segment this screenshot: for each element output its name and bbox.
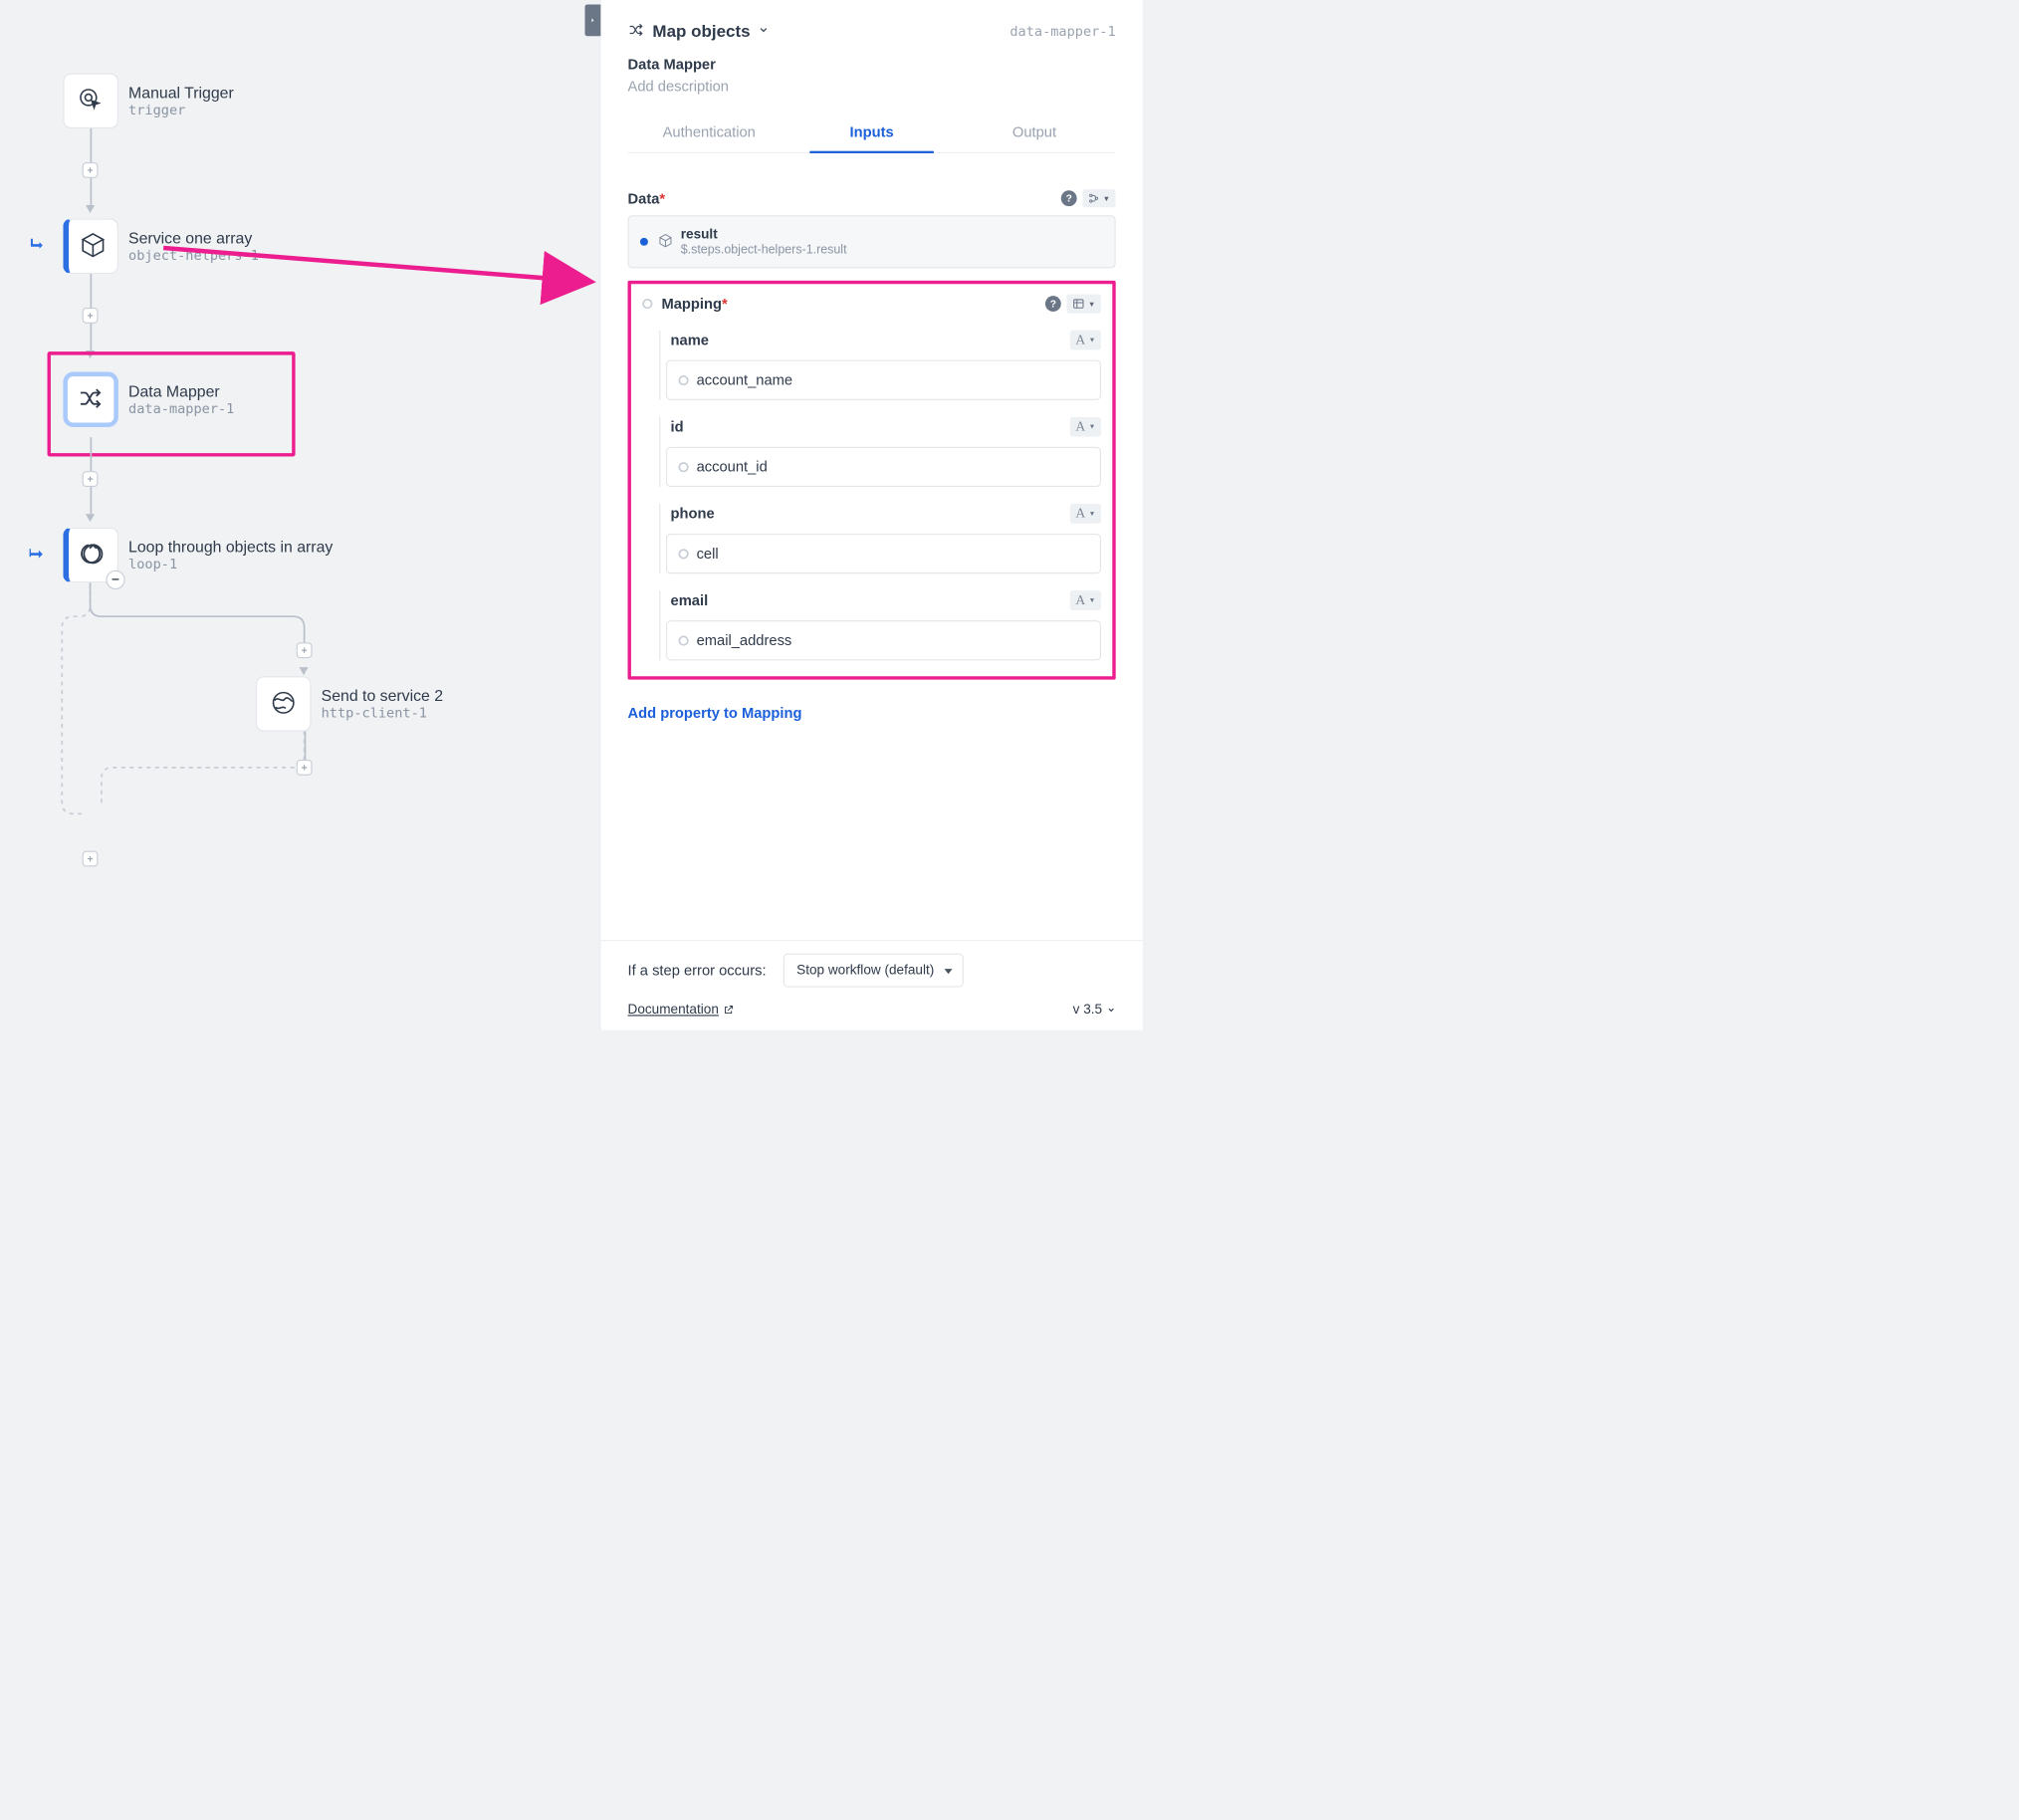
type-selector-string[interactable]: A ▼: [1070, 417, 1101, 437]
type-selector-string[interactable]: A ▼: [1070, 331, 1101, 350]
error-handling-select[interactable]: Stop workflow (default): [784, 954, 964, 988]
add-step-button[interactable]: [83, 471, 99, 487]
arrow-icon: [86, 205, 95, 213]
workflow-canvas[interactable]: Manual Trigger trigger Service: [0, 0, 600, 1030]
arrow-icon: [300, 667, 309, 675]
mapping-section-label: Mapping*: [661, 295, 727, 313]
connector-name: Data Mapper: [628, 56, 1116, 74]
connector: [91, 274, 93, 308]
connector: [91, 437, 93, 471]
step-id: data-mapper-1: [1010, 23, 1115, 39]
mapping-value: account_name: [697, 371, 793, 389]
cube-icon: [80, 231, 107, 261]
node-title: Loop through objects in array: [128, 539, 333, 557]
chevron-down-icon[interactable]: [758, 24, 769, 38]
version-selector[interactable]: v 3.5: [1073, 1002, 1116, 1018]
drag-handle-icon[interactable]: [678, 635, 688, 645]
drag-handle-icon[interactable]: [642, 299, 652, 309]
node-subtitle: http-client-1: [322, 705, 443, 721]
mapping-value: cell: [697, 545, 719, 563]
type-selector-string[interactable]: A ▼: [1070, 504, 1101, 524]
drag-handle-icon[interactable]: [678, 375, 688, 385]
mapping-value-input[interactable]: account_id: [666, 447, 1101, 487]
mapping-key[interactable]: id: [671, 418, 684, 436]
break-arrow-icon: [28, 236, 44, 256]
type-selector-object[interactable]: ▼: [1067, 294, 1101, 313]
shuffle-icon: [78, 384, 105, 414]
help-icon[interactable]: ?: [1045, 296, 1061, 312]
node-title: Manual Trigger: [128, 84, 234, 102]
mapping-value-input[interactable]: cell: [666, 534, 1101, 573]
connector: [91, 128, 93, 162]
mapping-key[interactable]: email: [671, 591, 709, 609]
help-icon[interactable]: ?: [1061, 190, 1077, 206]
add-step-button[interactable]: [297, 642, 313, 658]
mapping-value-input[interactable]: account_name: [666, 360, 1101, 400]
description-placeholder[interactable]: Add description: [628, 78, 1116, 96]
error-handling-label: If a step error occurs:: [628, 962, 767, 980]
mapping-key[interactable]: phone: [671, 505, 715, 523]
tab-output[interactable]: Output: [953, 113, 1115, 152]
enter-arrow-icon: [28, 545, 44, 565]
operation-title[interactable]: Map objects: [652, 22, 750, 41]
config-tabs: Authentication Inputs Output: [628, 113, 1116, 153]
node-service-one-array[interactable]: Service one array object-helpers-1: [63, 219, 259, 274]
mapping-value-input[interactable]: email_address: [666, 620, 1101, 660]
add-step-button[interactable]: [297, 760, 313, 776]
step-config-panel: Map objects data-mapper-1 Data Mapper Ad…: [600, 0, 1143, 1030]
mapping-key[interactable]: name: [671, 332, 709, 349]
node-subtitle: data-mapper-1: [128, 400, 234, 416]
result-label: result: [681, 227, 847, 243]
drag-handle-icon[interactable]: [678, 462, 688, 472]
type-selector-connector[interactable]: ▼: [1082, 189, 1115, 207]
documentation-link[interactable]: Documentation: [628, 1002, 735, 1018]
add-step-button[interactable]: [83, 162, 99, 178]
data-input-field[interactable]: result $.steps.object-helpers-1.result: [628, 215, 1116, 268]
tab-authentication[interactable]: Authentication: [628, 113, 790, 152]
add-step-button[interactable]: [83, 308, 99, 324]
loop-icon: [80, 541, 107, 570]
node-title: Send to service 2: [322, 687, 443, 705]
add-step-button[interactable]: [83, 851, 99, 867]
tab-inputs[interactable]: Inputs: [790, 113, 953, 152]
connector: [91, 324, 93, 350]
shuffle-icon: [628, 22, 645, 42]
node-subtitle: object-helpers-1: [128, 247, 259, 263]
node-data-mapper[interactable]: Data Mapper data-mapper-1: [63, 372, 234, 427]
node-send-to-service-2[interactable]: Send to service 2 http-client-1: [256, 676, 443, 731]
collapse-panel-button[interactable]: [585, 5, 601, 37]
annotation-highlight-mapping: Mapping* ? ▼ name A ▼: [628, 281, 1116, 680]
add-property-link[interactable]: Add property to Mapping: [628, 705, 802, 723]
cursor-click-icon: [78, 86, 105, 115]
node-manual-trigger[interactable]: Manual Trigger trigger: [63, 74, 233, 128]
node-title: Data Mapper: [128, 382, 234, 400]
jsonpath-indicator-icon: [640, 238, 648, 246]
connector: [91, 178, 93, 205]
type-selector-string[interactable]: A ▼: [1070, 590, 1101, 610]
mapping-value: email_address: [697, 631, 792, 649]
cube-icon: [658, 233, 673, 251]
mapping-value: account_id: [697, 458, 768, 476]
arrow-icon: [86, 514, 95, 522]
globe-icon: [270, 689, 297, 719]
result-jsonpath: $.steps.object-helpers-1.result: [681, 242, 847, 257]
drag-handle-icon[interactable]: [678, 549, 688, 559]
connector: [305, 732, 307, 760]
data-section-label: Data*: [628, 189, 666, 207]
connector: [91, 487, 93, 514]
node-loop[interactable]: − Loop through objects in array loop-1: [63, 528, 333, 582]
node-subtitle: trigger: [128, 102, 234, 117]
node-subtitle: loop-1: [128, 557, 333, 572]
node-title: Service one array: [128, 229, 259, 247]
